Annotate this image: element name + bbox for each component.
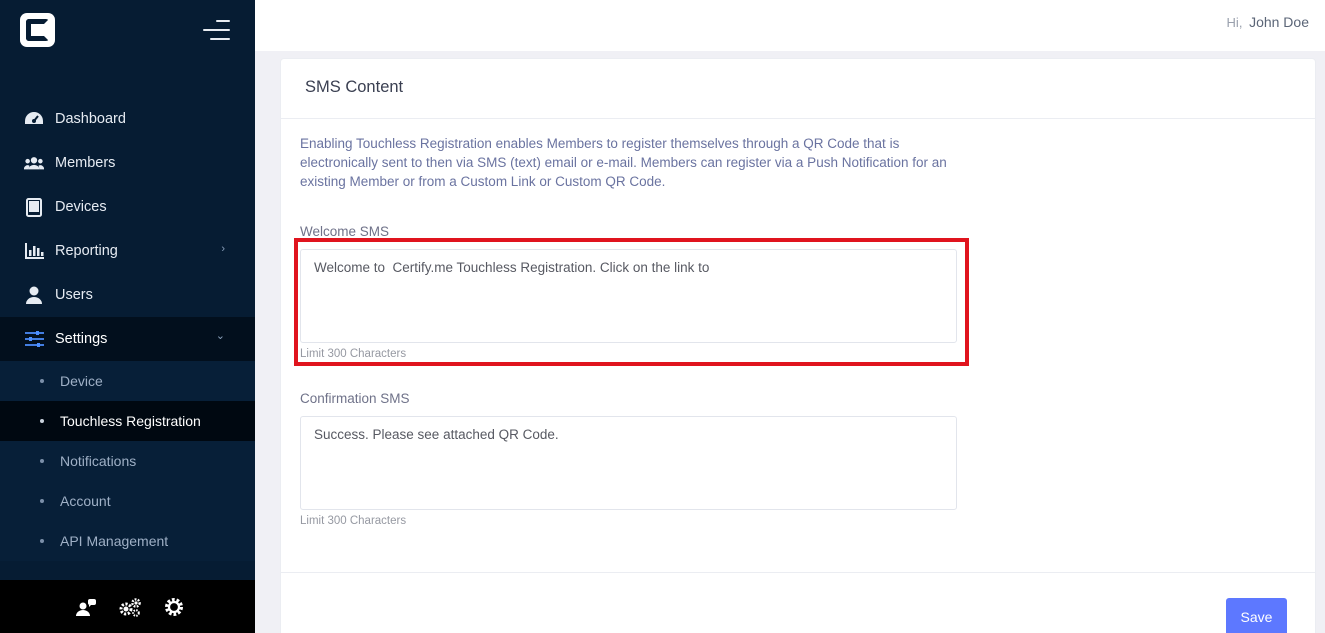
card-title: SMS Content — [305, 78, 404, 96]
tablet-icon — [24, 197, 44, 217]
sidebar-subitem-device[interactable]: Device — [0, 361, 255, 401]
sidebar-footer — [0, 580, 255, 633]
sidebar-subitem-notifications[interactable]: Notifications — [0, 441, 255, 481]
sidebar-subitem-api-management[interactable]: API Management — [0, 521, 255, 561]
sidebar-item-dashboard[interactable]: Dashboard — [0, 97, 255, 141]
sidebar-item-label: Users — [55, 287, 93, 303]
welcome-sms-label: Welcome SMS — [300, 224, 390, 239]
users-group-icon — [24, 153, 44, 173]
sidebar-subitem-label: Notifications — [60, 453, 137, 469]
chevron-right-icon: › — [221, 243, 225, 255]
save-button[interactable]: Save — [1226, 598, 1287, 633]
sms-content-card: SMS Content Enabling Touchless Registrat… — [280, 58, 1316, 633]
sidebar-item-settings[interactable]: Settings ⌄ — [0, 317, 255, 361]
bullet-dot — [40, 539, 44, 543]
certify-logo[interactable] — [20, 13, 55, 47]
sidebar-item-members[interactable]: Members — [0, 141, 255, 185]
sidebar-subitem-label: Device — [60, 373, 103, 389]
bullet-dot — [40, 379, 44, 383]
cogs-icon[interactable] — [118, 595, 142, 619]
gear-icon[interactable] — [162, 595, 186, 619]
bullet-dot — [40, 499, 44, 503]
user-greeting[interactable]: Hi, John Doe — [1227, 14, 1309, 30]
sidebar-item-reporting[interactable]: Reporting › — [0, 229, 255, 273]
speedometer-icon — [24, 109, 44, 129]
hamburger-menu-icon[interactable] — [203, 20, 230, 40]
sidebar-item-label: Settings — [55, 331, 108, 347]
top-header: Hi, John Doe — [255, 0, 1325, 51]
sidebar-item-users[interactable]: Users — [0, 273, 255, 317]
sidebar-item-label: Members — [55, 155, 116, 171]
user-name: John Doe — [1249, 14, 1309, 30]
highlight-box — [294, 238, 969, 366]
confirmation-sms-hint: Limit 300 Characters — [300, 515, 407, 527]
sidebar-subitem-account[interactable]: Account — [0, 481, 255, 521]
sidebar: Dashboard Members Devices Reporting › Us… — [0, 0, 255, 633]
confirmation-sms-label: Confirmation SMS — [300, 391, 410, 406]
sidebar-item-devices[interactable]: Devices — [0, 185, 255, 229]
bullet-dot — [40, 459, 44, 463]
bar-chart-icon — [24, 241, 44, 261]
sidebar-subitem-touchless-registration[interactable]: Touchless Registration — [0, 401, 255, 441]
greeting-text: Hi, — [1226, 15, 1243, 30]
sidebar-nav: Dashboard Members Devices Reporting › Us… — [0, 97, 255, 561]
user-icon — [24, 285, 44, 305]
sidebar-subitem-label: API Management — [60, 533, 169, 549]
confirmation-sms-textarea[interactable]: Success. Please see attached QR Code. — [300, 416, 957, 510]
description-text: Enabling Touchless Registration enables … — [300, 136, 947, 189]
divider — [281, 572, 1315, 573]
sidebar-item-label: Reporting — [55, 243, 118, 259]
divider — [281, 118, 1315, 119]
bullet-dot — [40, 419, 44, 423]
chevron-down-icon: ⌄ — [215, 330, 225, 342]
sidebar-subitem-label: Account — [60, 493, 111, 509]
settings-submenu: Device Touchless Registration Notificati… — [0, 361, 255, 561]
sidebar-item-label: Devices — [55, 199, 107, 215]
sidebar-subitem-label: Touchless Registration — [60, 413, 201, 429]
sidebar-item-label: Dashboard — [55, 111, 126, 127]
user-chat-icon[interactable] — [74, 595, 98, 619]
sliders-icon — [24, 329, 44, 349]
